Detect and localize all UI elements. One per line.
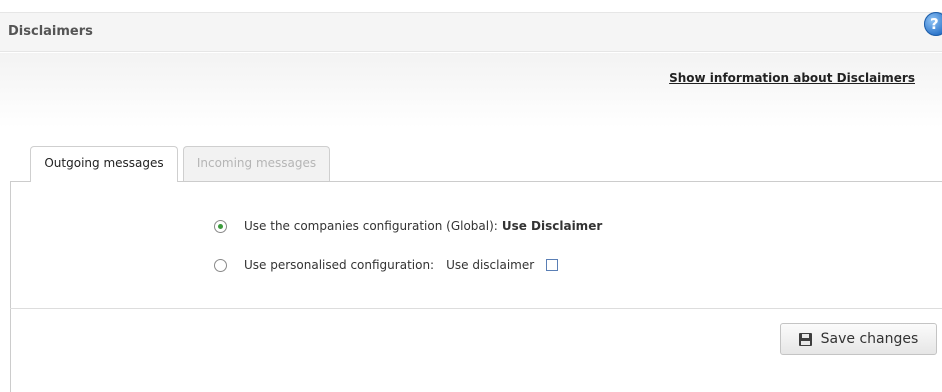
help-icon[interactable]: ? (924, 12, 942, 36)
save-changes-label: Save changes (820, 331, 919, 347)
page-header: Disclaimers (0, 12, 942, 52)
tab-incoming-messages[interactable]: Incoming messages (183, 146, 330, 181)
show-information-link[interactable]: Show information about Disclaimers (669, 71, 915, 85)
personalised-config-radio[interactable] (214, 258, 227, 272)
floppy-disk-icon (798, 332, 812, 346)
page-title: Disclaimers (8, 24, 93, 39)
global-config-label: Use the companies configuration (Global)… (244, 219, 498, 233)
info-area: Show information about Disclaimers (0, 53, 942, 128)
section-divider (10, 308, 942, 309)
personalised-config-label: Use personalised configuration: (244, 258, 435, 272)
global-config-value: Use Disclaimer (501, 219, 603, 233)
content-border (10, 181, 11, 392)
global-config-radio[interactable] (214, 219, 227, 233)
option-personalised-configuration: Use personalised configuration: Use disc… (214, 258, 559, 272)
save-changes-button[interactable]: Save changes (780, 323, 937, 355)
use-disclaimer-label: Use disclaimer (446, 258, 535, 272)
use-disclaimer-checkbox[interactable] (546, 259, 559, 271)
option-global-configuration: Use the companies configuration (Global)… (214, 219, 602, 233)
tab-outgoing-messages[interactable]: Outgoing messages (30, 146, 178, 182)
